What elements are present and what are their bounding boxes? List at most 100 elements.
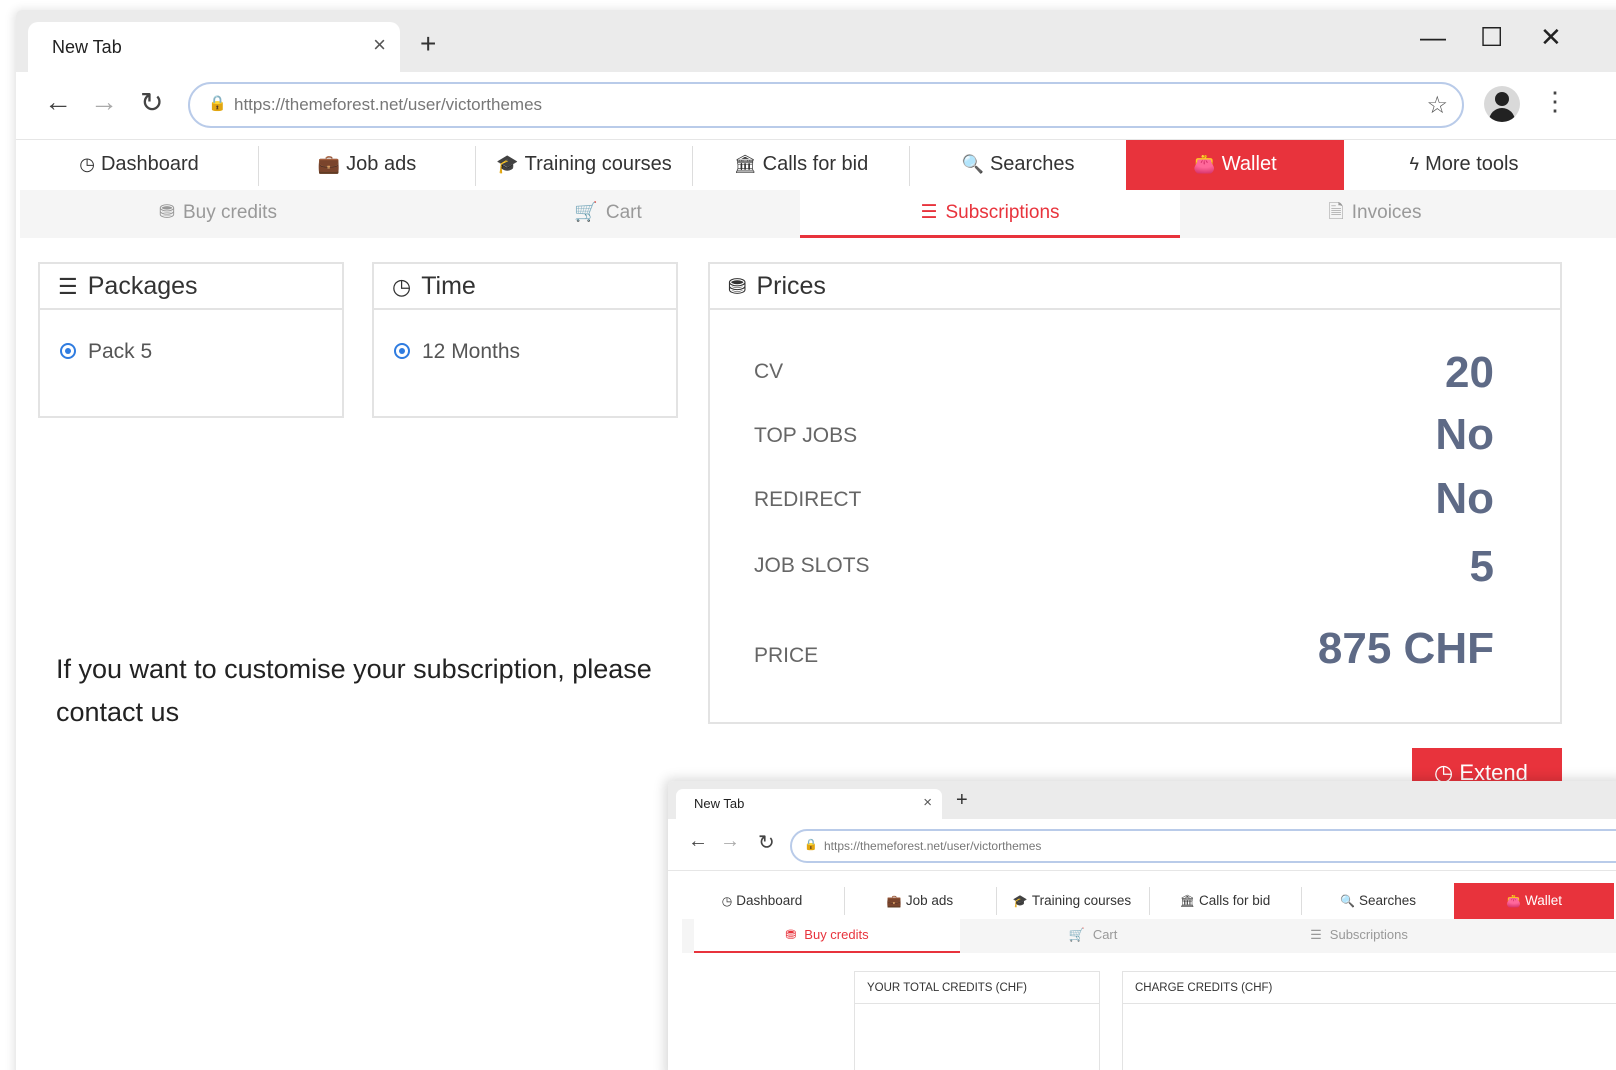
subnav-label: Subscriptions xyxy=(1329,927,1408,942)
clock-icon: ◷ xyxy=(392,274,412,299)
price-row-redirect: REDIRECT No xyxy=(754,472,1494,528)
subnav-cart[interactable]: 🛒 Cart xyxy=(960,919,1226,953)
nav-wallet[interactable]: 👛 Wallet xyxy=(1126,140,1344,190)
database-icon: ☰ xyxy=(1310,927,1322,942)
nav-job-ads[interactable]: 💼 Job ads xyxy=(259,140,475,190)
packages-header: ☰ Packages xyxy=(40,264,342,310)
cart-icon: 🛒 xyxy=(574,202,598,223)
url-text[interactable]: https://themeforest.net/user/victortheme… xyxy=(234,95,542,115)
briefcase-icon: 💼 xyxy=(317,154,341,174)
url-text[interactable]: https://themeforest.net/user/victortheme… xyxy=(824,839,1041,853)
nav-training-courses[interactable]: 🎓 Training courses xyxy=(476,140,692,190)
nav-label: Dashboard xyxy=(100,153,199,175)
subnav-label: Invoices xyxy=(1351,202,1422,223)
subnav-label: Buy credits xyxy=(804,927,869,942)
browser-toolbar: ← → ↻ 🔒 https://themeforest.net/user/vic… xyxy=(16,72,1616,140)
menu-icon[interactable]: ⋮ xyxy=(1542,86,1568,117)
search-icon: 🔍 xyxy=(1340,894,1355,908)
price-total-value: 875 CHF xyxy=(1317,624,1494,673)
back-icon[interactable]: ← xyxy=(688,830,708,853)
invoice-icon: 🗎 xyxy=(1328,202,1344,223)
forward-icon[interactable]: → xyxy=(90,86,118,118)
nav-label: Searches xyxy=(989,153,1075,175)
nav-training-courses[interactable]: 🎓 Training courses xyxy=(997,883,1147,919)
nav-calls-for-bid[interactable]: 🏛 Calls for bid xyxy=(693,140,909,190)
radio-selected-icon[interactable] xyxy=(394,343,410,359)
search-icon: 🔍 xyxy=(961,154,984,174)
nav-calls-for-bid[interactable]: 🏛 Calls for bid xyxy=(1150,883,1300,919)
nav-searches[interactable]: 🔍 Searches xyxy=(1302,883,1454,919)
close-window-icon[interactable]: ✕ xyxy=(1540,22,1562,53)
subnav-cart[interactable]: 🛒 Cart xyxy=(416,190,800,238)
time-option[interactable]: 12 Months xyxy=(394,340,520,364)
dashboard-icon: ◷ xyxy=(79,154,95,174)
bolt-icon: ϟ xyxy=(1409,154,1420,174)
new-tab-button[interactable]: + xyxy=(420,28,436,60)
tab-close-icon[interactable]: × xyxy=(923,794,932,811)
package-option-label: Pack 5 xyxy=(88,340,153,363)
maximize-icon[interactable]: ☐ xyxy=(1480,22,1503,53)
tab-strip: New Tab × + xyxy=(668,781,1616,819)
packages-title: Packages xyxy=(87,272,198,300)
charge-credits-box: CHARGE CREDITS (CHF) xyxy=(1122,971,1616,1070)
tab-strip: New Tab × + — ☐ ✕ xyxy=(16,10,1616,72)
subnav-invoices[interactable]: 🗎 Invoices xyxy=(1180,190,1570,238)
address-bar[interactable]: 🔒 https://themeforest.net/user/victorthe… xyxy=(790,829,1616,863)
tab-close-icon[interactable]: × xyxy=(373,32,386,58)
tab-title: New Tab xyxy=(52,37,122,57)
subnav-buy-credits[interactable]: ⛃ Buy credits xyxy=(20,190,416,238)
building-icon: 🏛 xyxy=(1179,894,1195,908)
packages-panel: ☰ Packages Pack 5 xyxy=(38,262,344,418)
graduation-cap-icon: 🎓 xyxy=(1012,894,1028,908)
reload-icon[interactable]: ↻ xyxy=(758,830,775,855)
reload-icon[interactable]: ↻ xyxy=(140,86,163,119)
nav-job-ads[interactable]: 💼 Job ads xyxy=(845,883,995,919)
nav-label: Searches xyxy=(1358,893,1416,908)
nav-more-tools[interactable]: ϟ More tools xyxy=(1344,140,1584,190)
lock-icon: 🔒 xyxy=(208,95,227,112)
back-icon[interactable]: ← xyxy=(44,86,72,118)
time-title: Time xyxy=(421,272,476,300)
cart-icon: 🛒 xyxy=(1068,927,1085,942)
price-label: JOB SLOTS xyxy=(754,554,870,577)
subnav-buy-credits[interactable]: ⛃ Buy credits xyxy=(694,919,960,953)
price-row-top-jobs: TOP JOBS No xyxy=(754,408,1494,464)
nav-label: Job ads xyxy=(905,893,954,908)
radio-selected-icon[interactable] xyxy=(60,343,76,359)
main-nav: ◷ Dashboard 💼 Job ads 🎓 Training courses 🏛 C… xyxy=(682,883,1616,919)
nav-dashboard[interactable]: ◷ Dashboard xyxy=(20,140,258,190)
minimize-icon[interactable]: — xyxy=(1420,22,1446,53)
main-nav: ◷ Dashboard 💼 Job ads 🎓 Training courses 🏛 C… xyxy=(20,140,1616,190)
nav-label: Training courses xyxy=(524,153,672,175)
coins-icon: ⛃ xyxy=(785,927,797,942)
subnav-subscriptions[interactable]: ☰ Subscriptions xyxy=(1226,919,1492,953)
address-bar[interactable]: 🔒 https://themeforest.net/user/victorthe… xyxy=(188,82,1464,128)
subnav-subscriptions[interactable]: ☰ Subscriptions xyxy=(800,190,1180,238)
browser-tab[interactable]: New Tab × xyxy=(676,789,942,819)
wallet-icon: 👛 xyxy=(1193,154,1216,174)
graduation-cap-icon: 🎓 xyxy=(496,154,519,174)
wallet-subnav: ⛃ Buy credits 🛒 Cart ☰ Subscriptions 🗎 Invoi… xyxy=(20,190,1616,238)
price-label: CV xyxy=(754,360,784,383)
nav-wallet[interactable]: 👛 Wallet xyxy=(1454,883,1614,919)
browser-tab[interactable]: New Tab × xyxy=(28,22,400,72)
wallet-subnav: ⛃ Buy credits 🛒 Cart ☰ Subscriptions xyxy=(682,919,1616,953)
subnav-label: Subscriptions xyxy=(945,202,1060,223)
price-label: PRICE xyxy=(754,644,819,667)
new-tab-button[interactable]: + xyxy=(956,789,968,812)
time-panel: ◷ Time 12 Months xyxy=(372,262,678,418)
price-row-job-slots: JOB SLOTS 5 xyxy=(754,536,1494,592)
forward-icon[interactable]: → xyxy=(720,830,740,853)
building-icon: 🏛 xyxy=(733,154,757,174)
time-option-label: 12 Months xyxy=(422,340,521,363)
nav-dashboard[interactable]: ◷ Dashboard xyxy=(682,883,842,919)
nav-searches[interactable]: 🔍 Searches xyxy=(910,140,1126,190)
time-header: ◷ Time xyxy=(374,264,676,310)
charge-credits-label: CHARGE CREDITS (CHF) xyxy=(1123,972,1616,1004)
package-option[interactable]: Pack 5 xyxy=(60,340,152,364)
profile-avatar-icon[interactable] xyxy=(1484,86,1520,122)
tab-title: New Tab xyxy=(694,796,745,811)
bookmark-star-icon[interactable]: ☆ xyxy=(1426,91,1448,120)
subnav-label: Buy credits xyxy=(182,202,277,223)
price-row-price: PRICE 875 CHF xyxy=(754,624,1494,684)
